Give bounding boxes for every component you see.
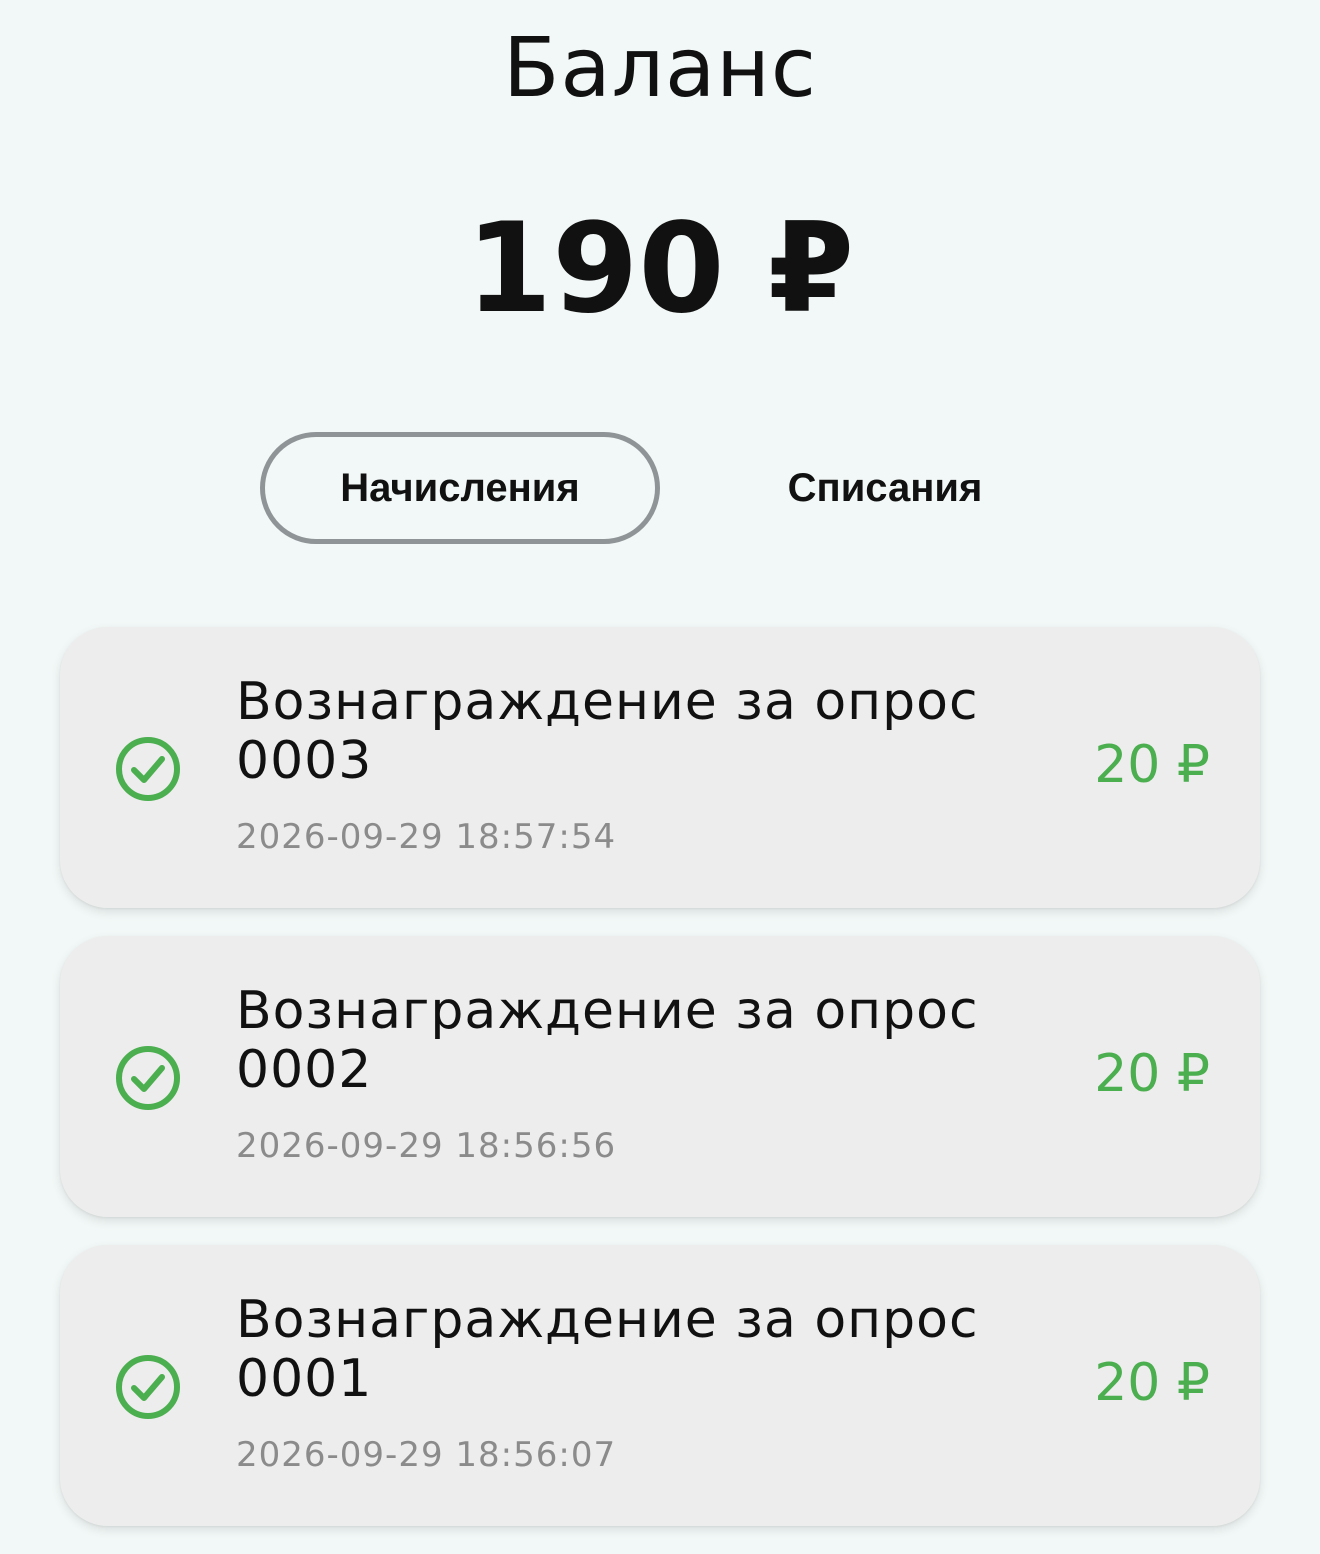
transaction-date: 2026-09-29 18:56:56 <box>236 1126 617 1166</box>
transaction-card[interactable]: Вознаграждение за опрос 0002 2026-09-29 … <box>60 936 1260 1217</box>
transaction-list: Вознаграждение за опрос 0003 2026-09-29 … <box>60 627 1260 1554</box>
tab-writeoffs[interactable]: Списания <box>685 432 1085 544</box>
transaction-amount: 20 ₽ <box>1094 1044 1210 1104</box>
tab-accruals[interactable]: Начисления <box>260 432 660 544</box>
transaction-date: 2026-09-29 18:56:07 <box>236 1435 617 1475</box>
check-circle-icon <box>116 1355 180 1419</box>
page-title: Баланс <box>503 21 817 116</box>
check-circle-icon <box>116 737 180 801</box>
transaction-card[interactable]: Вознаграждение за опрос 0001 2026-09-29 … <box>60 1245 1260 1526</box>
transaction-date: 2026-09-29 18:57:54 <box>236 817 617 857</box>
transaction-title: Вознаграждение за опрос 0002 <box>236 981 979 1100</box>
balance-amount: 190 ₽ <box>465 197 855 341</box>
check-circle-icon <box>116 1046 180 1110</box>
transaction-amount: 20 ₽ <box>1094 735 1210 795</box>
transaction-amount: 20 ₽ <box>1094 1353 1210 1413</box>
transaction-title: Вознаграждение за опрос 0003 <box>236 672 979 791</box>
transaction-title: Вознаграждение за опрос 0001 <box>236 1290 979 1409</box>
tab-bar: Начисления Списания <box>260 432 1040 552</box>
transaction-card[interactable]: Вознаграждение за опрос 0003 2026-09-29 … <box>60 627 1260 908</box>
